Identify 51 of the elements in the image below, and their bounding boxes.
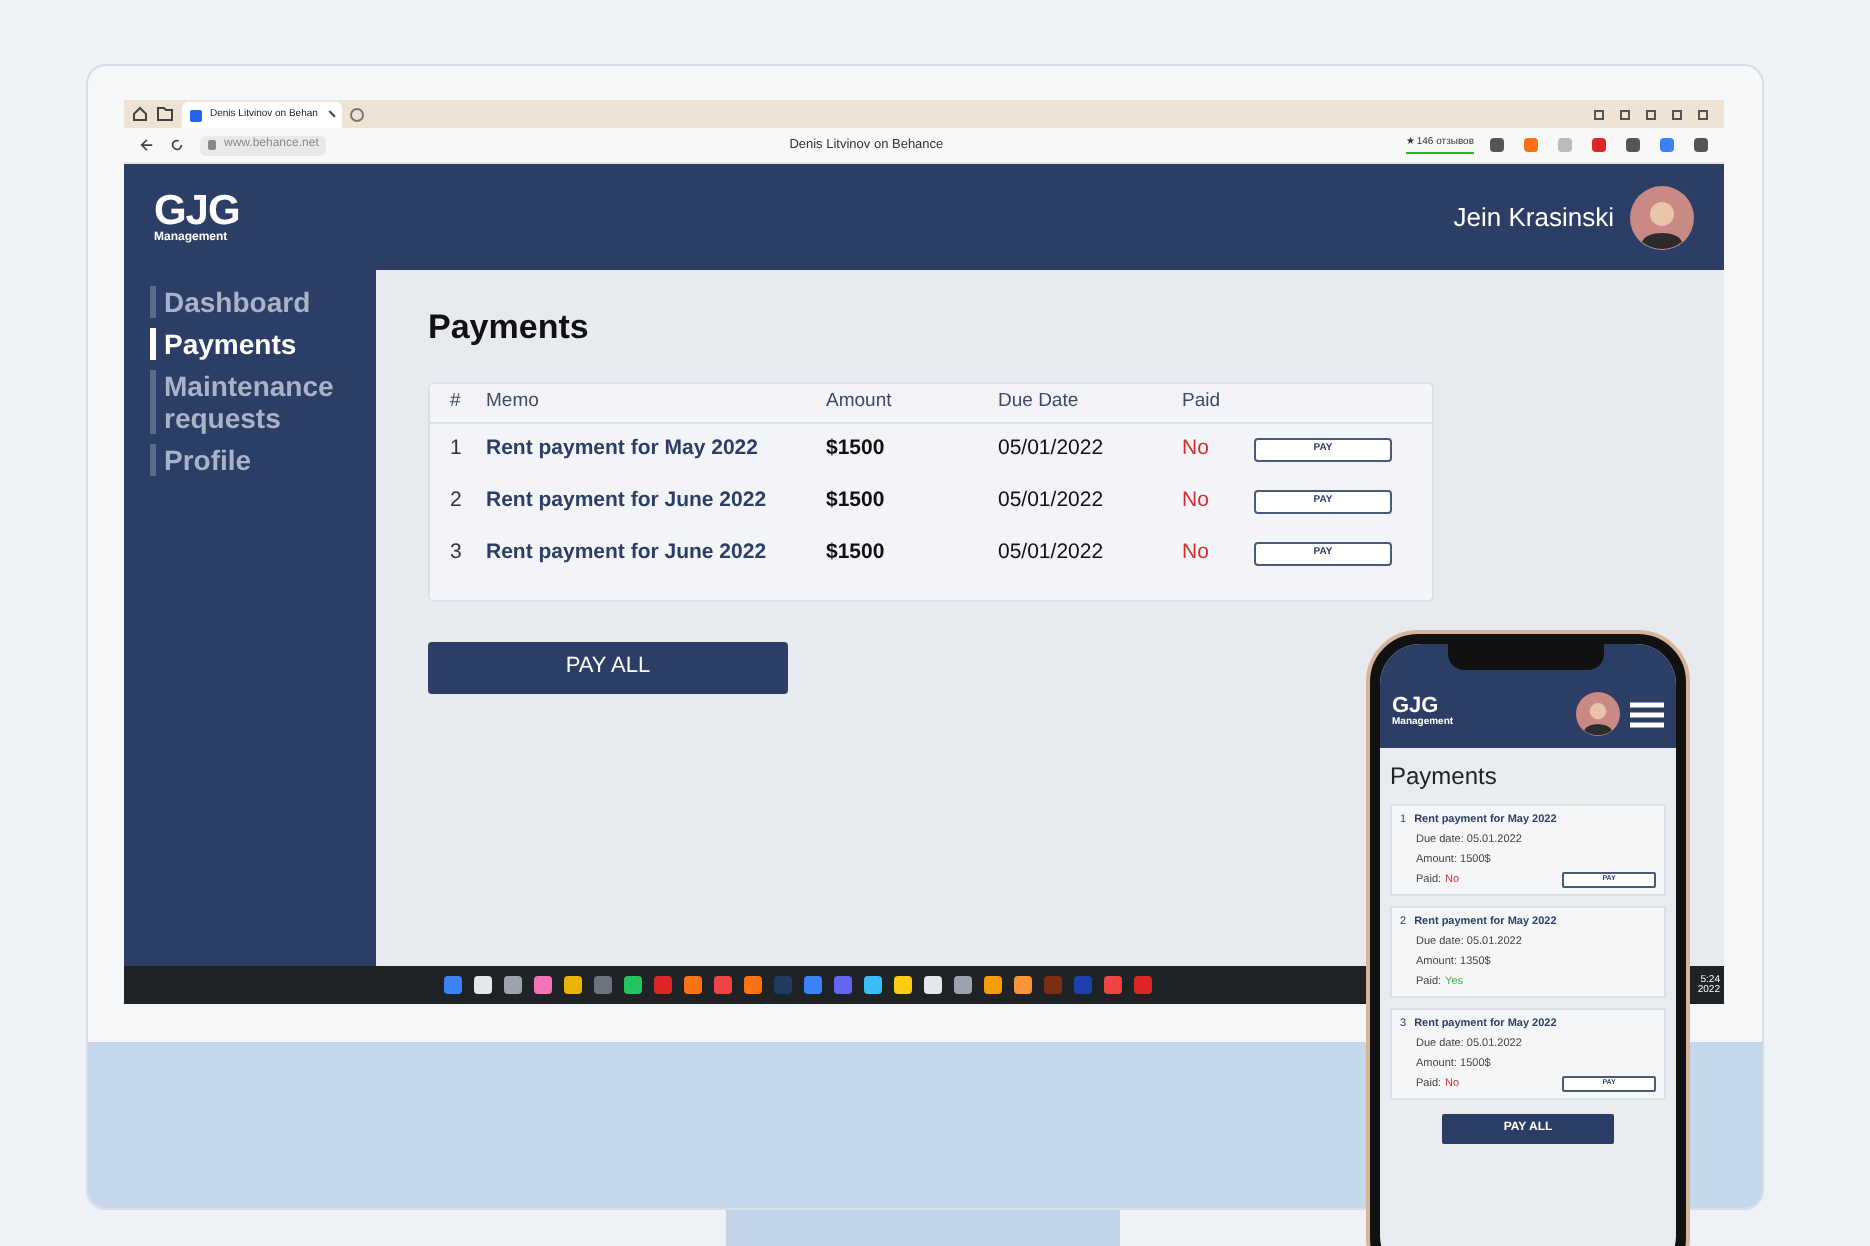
window-control-icon[interactable] xyxy=(1594,109,1604,119)
paid-status: No xyxy=(1182,537,1211,568)
due-date-cell-text: 05/01/2022 xyxy=(998,433,1106,464)
column-header: Due Date xyxy=(998,387,1081,416)
extension-icon[interactable] xyxy=(1592,138,1606,152)
due-date-cell-text: 05/01/2022 xyxy=(998,485,1106,516)
memo-cell-text: Rent payment for May 2022 xyxy=(486,433,760,464)
row-number: 2 xyxy=(450,485,464,516)
amount-cell-text: $1500 xyxy=(826,537,887,568)
row-number: 1 xyxy=(450,433,464,464)
reload-icon[interactable] xyxy=(170,138,184,152)
window-control-icon[interactable] xyxy=(1672,109,1682,119)
avatar-icon xyxy=(1576,692,1620,736)
row-number: 3 xyxy=(450,537,464,568)
extension-icon[interactable] xyxy=(1490,138,1504,152)
folder-icon xyxy=(156,106,174,122)
nav-item[interactable]: Profile xyxy=(150,444,350,476)
extension-icon[interactable] xyxy=(1626,138,1640,152)
nav-item[interactable]: Maintenance requests xyxy=(150,370,350,434)
due-date-cell-text: 05/01/2022 xyxy=(998,537,1106,568)
nav-item[interactable]: Payments xyxy=(150,328,350,360)
lock-icon xyxy=(208,140,216,150)
amount-cell-text: $1500 xyxy=(826,433,887,464)
window-control-icon[interactable] xyxy=(1698,109,1708,119)
logo: GJG xyxy=(1392,696,1439,718)
paid-status: No xyxy=(1182,433,1211,464)
column-header: # xyxy=(450,387,463,416)
page-heading: Payments xyxy=(428,306,591,350)
logo: GJG xyxy=(154,190,240,232)
tab-favicon-icon xyxy=(190,109,202,121)
user-name: Jein Krasinski xyxy=(1453,199,1614,236)
avatar-icon xyxy=(1630,185,1694,249)
column-header: Amount xyxy=(826,387,894,416)
memo-cell-text: Rent payment for June 2022 xyxy=(486,485,769,516)
nav-item[interactable]: Dashboard xyxy=(150,286,350,318)
column-header: Paid xyxy=(1182,387,1223,416)
menu-icon[interactable] xyxy=(1630,701,1664,727)
new-tab-icon[interactable] xyxy=(350,107,364,121)
paid-status: No xyxy=(1182,485,1211,516)
memo-cell-text: Rent payment for June 2022 xyxy=(486,537,769,568)
back-icon[interactable] xyxy=(140,138,154,152)
extension-icon[interactable] xyxy=(1694,138,1708,152)
extension-icon[interactable] xyxy=(1660,138,1674,152)
window-control-icon[interactable] xyxy=(1646,109,1656,119)
page-heading: Payments xyxy=(1390,760,1499,794)
extension-icon[interactable] xyxy=(1524,138,1538,152)
column-header: Memo xyxy=(486,387,541,416)
window-control-icon[interactable] xyxy=(1620,109,1630,119)
amount-cell-text: $1500 xyxy=(826,485,887,516)
home-icon xyxy=(132,106,148,122)
pay-all-button[interactable]: PAY ALL xyxy=(428,641,788,693)
